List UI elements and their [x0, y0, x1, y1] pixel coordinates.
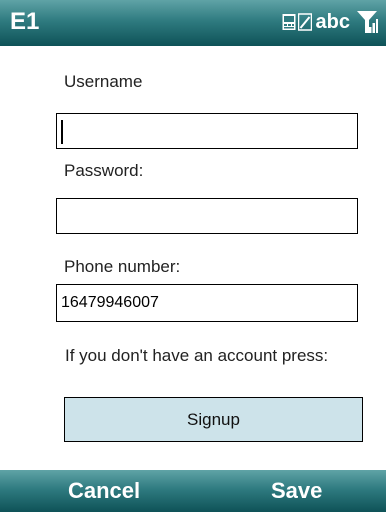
text-caret	[61, 120, 63, 144]
signup-hint: If you don't have an account press:	[65, 346, 329, 365]
pen-input-icon	[297, 13, 312, 31]
symbol-keyboard-icon	[282, 14, 296, 30]
signal-icon	[357, 11, 378, 33]
username-label: Username	[64, 72, 143, 91]
title-bar: E1 abc	[0, 0, 386, 46]
username-input[interactable]	[56, 113, 358, 149]
cancel-softkey[interactable]: Cancel	[68, 476, 140, 506]
app-title: E1	[10, 8, 40, 35]
password-label: Password:	[64, 161, 144, 180]
input-mode-indicator: abc	[315, 11, 350, 33]
save-softkey[interactable]: Save	[271, 476, 322, 506]
password-input[interactable]	[56, 198, 358, 234]
softkey-bar: Cancel Save	[0, 470, 386, 512]
phone-number-input[interactable]	[56, 284, 358, 322]
signup-button[interactable]: Signup	[64, 397, 363, 442]
phone-number-label: Phone number:	[64, 257, 181, 276]
status-area: abc	[282, 8, 378, 36]
